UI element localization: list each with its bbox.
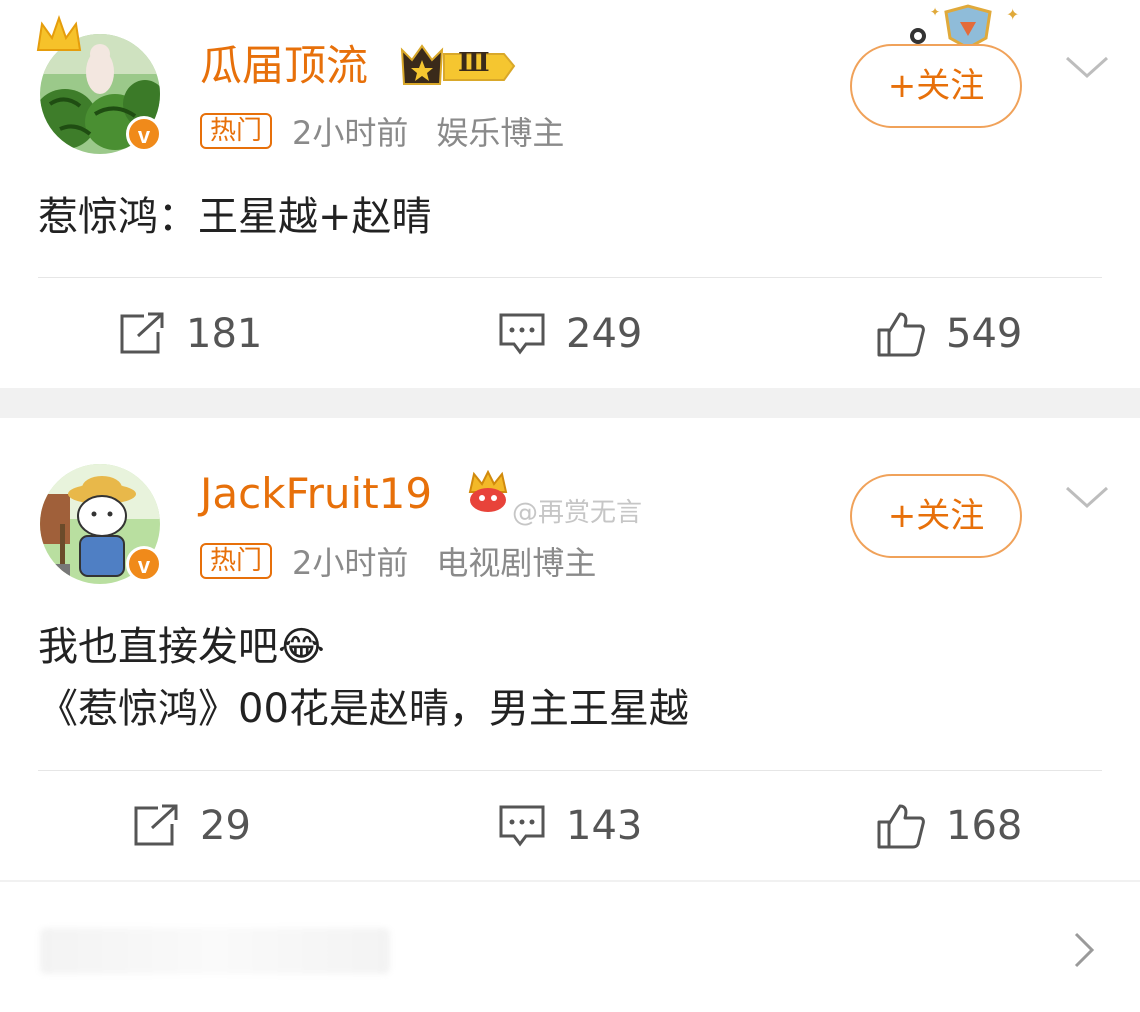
watermark: @再赏无言 <box>512 498 643 528</box>
user-role: 娱乐博主 <box>436 114 565 152</box>
post-time: 2小时前 <box>292 544 409 582</box>
crown-icon <box>34 14 84 62</box>
repost-button[interactable]: 181 <box>118 304 262 364</box>
verified-v-icon: v <box>126 546 162 582</box>
content-line: 《惹惊鸿》00花是赵晴，男主王星越 <box>38 686 689 732</box>
comment-count: 143 <box>566 803 643 849</box>
repost-button[interactable]: 29 <box>132 796 251 856</box>
hot-tag: 热门 <box>200 543 273 579</box>
content-line: 我也直接发吧😂 <box>38 624 325 670</box>
like-icon <box>877 804 925 849</box>
comment-icon <box>499 805 545 847</box>
divider <box>38 277 1102 278</box>
comment-button[interactable]: 143 <box>498 796 642 856</box>
post-separator <box>0 880 1140 882</box>
blurred-row[interactable] <box>40 928 390 974</box>
repost-icon <box>134 804 178 846</box>
like-button[interactable]: 168 <box>876 796 1022 856</box>
divider <box>38 770 1102 771</box>
follow-button[interactable]: +关注 <box>850 474 1022 558</box>
like-button[interactable]: 549 <box>876 304 1022 364</box>
chevron-down-icon[interactable] <box>1064 482 1110 512</box>
post-meta: 热门 2小时前 电视剧博主 <box>200 538 596 584</box>
follow-button[interactable]: +关注 <box>850 44 1022 128</box>
like-icon <box>877 312 925 357</box>
comment-button[interactable]: 249 <box>498 304 642 364</box>
post-content[interactable]: 我也直接发吧😂 《惹惊鸿》00花是赵晴，男主王星越 <box>38 616 689 740</box>
svg-text:✦: ✦ <box>1006 5 1019 24</box>
crown-badge-icon <box>464 469 512 520</box>
svg-text:✦: ✦ <box>930 5 940 19</box>
verified-v-icon: v <box>126 116 162 152</box>
username[interactable]: 瓜届顶流 <box>200 40 368 92</box>
post-meta: 热门 2小时前 娱乐博主 <box>200 108 564 154</box>
like-count: 168 <box>946 803 1023 849</box>
like-count: 549 <box>946 311 1023 357</box>
chevron-down-icon[interactable] <box>1064 52 1110 82</box>
post-separator <box>0 388 1140 418</box>
weibo-post-1: v 瓜届顶流 Ⅲ 热门 2小时前 娱乐博主 ✦ ✦ +关注 惹惊鸿：王星越+赵晴… <box>0 0 1140 388</box>
post-time: 2小时前 <box>292 114 409 152</box>
post-content[interactable]: 惹惊鸿：王星越+赵晴 <box>38 186 432 248</box>
level-badge: Ⅲ <box>400 42 516 88</box>
content-line: 惹惊鸿：王星越+赵晴 <box>38 194 432 240</box>
user-role: 电视剧博主 <box>436 544 597 582</box>
comment-icon <box>499 313 545 355</box>
repost-count: 181 <box>186 311 263 357</box>
weibo-post-2: v JackFruit19 @再赏无言 热门 2小时前 电视剧博主 +关注 我也… <box>0 418 1140 880</box>
chevron-right-icon[interactable] <box>1070 930 1098 974</box>
repost-icon <box>120 312 164 354</box>
comment-count: 249 <box>566 311 643 357</box>
hot-tag: 热门 <box>200 113 273 149</box>
username[interactable]: JackFruit19 <box>200 468 432 520</box>
repost-count: 29 <box>200 803 251 849</box>
